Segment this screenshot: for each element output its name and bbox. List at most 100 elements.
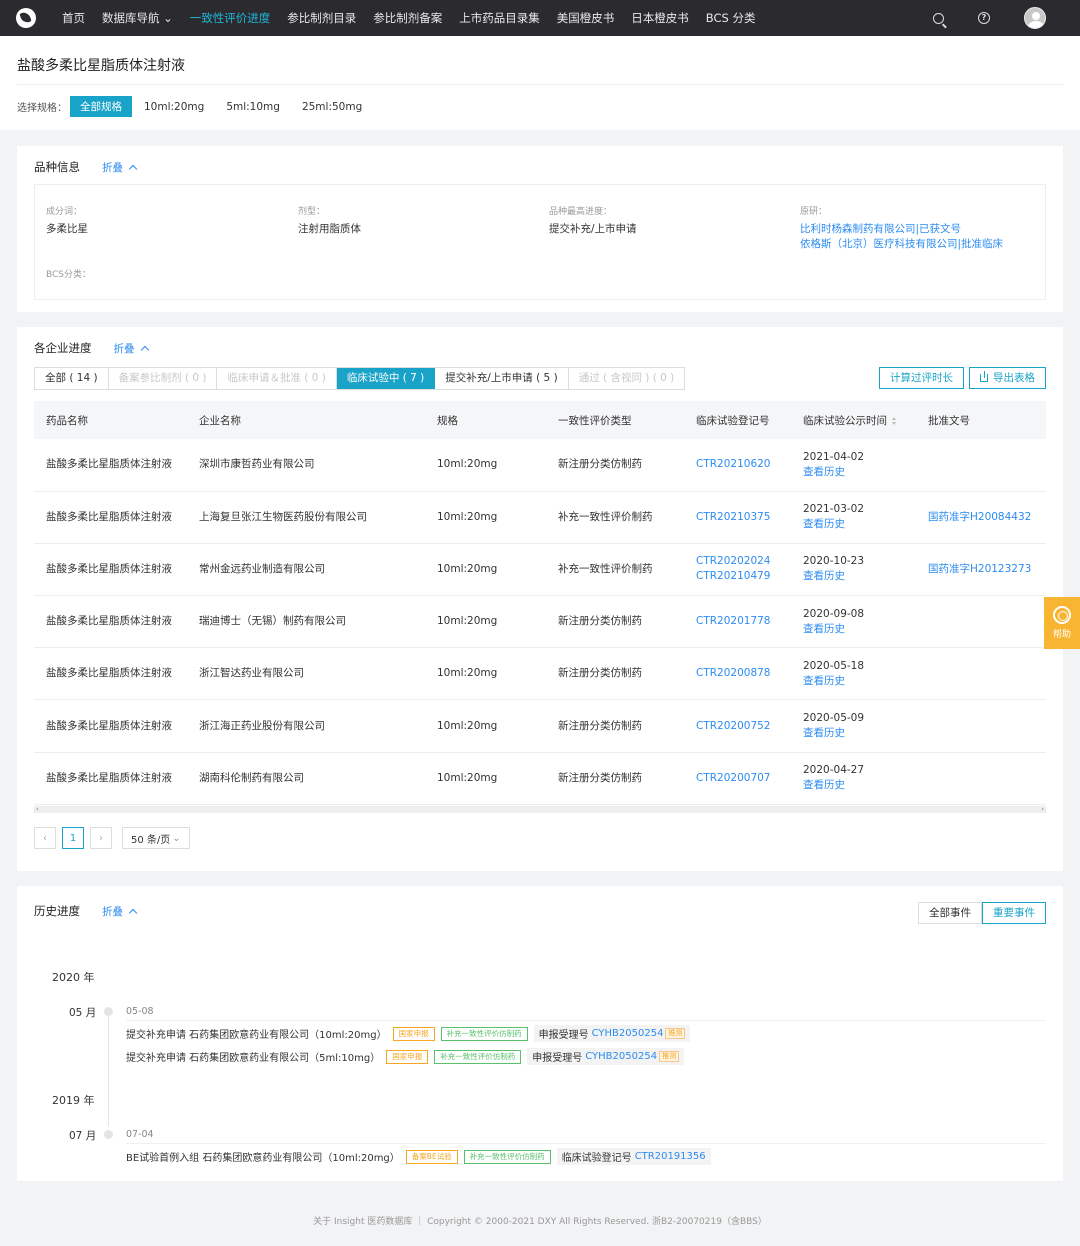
tab-clinical-trial[interactable]: 临床试验中 ( 7 ) [336, 368, 436, 389]
all-events-button[interactable]: 全部事件 [918, 902, 982, 924]
trial-date: 2020-10-23 [803, 555, 865, 568]
variety-info-title: 品种信息 [34, 160, 80, 174]
col-trial-reg: 临床试验登记号 [684, 401, 791, 439]
trial-reg-cell: CTR20200752 [684, 699, 791, 753]
trial-reg-link[interactable]: CTR20210479 [696, 569, 791, 584]
search-icon[interactable] [933, 12, 944, 24]
trial-date-cell: 2020-09-08 查看历史 [791, 595, 916, 649]
trial-date: 2020-05-09 [803, 712, 865, 725]
drug-name-cell: 盐酸多柔比星脂质体注射液 [34, 752, 187, 805]
timeline-dot [104, 1130, 113, 1139]
trial-reg-link[interactable]: CTR20202024 [696, 554, 791, 569]
source-tag: 国家申报 [392, 1026, 435, 1041]
reg-number: 临床试验登记号 CTR20191356 [556, 1148, 711, 1165]
trial-reg-cell: CTR20210375 [684, 491, 791, 544]
chevron-up-icon [128, 164, 138, 173]
view-history-link[interactable]: 查看历史 [803, 622, 916, 637]
view-history-link[interactable]: 查看历史 [803, 569, 916, 584]
source-tag: 备案BE试验 [405, 1149, 458, 1164]
inferred-tag: 推测 [659, 1051, 680, 1062]
fold-button[interactable]: 折叠 [114, 341, 149, 356]
nav-item-jp-orange-book[interactable]: 日本橙皮书 [631, 10, 689, 26]
original-link-1[interactable]: 比利时杨森制药有限公司|已获文号 [800, 222, 1003, 237]
drug-name-cell: 盐酸多柔比星脂质体注射液 [34, 491, 187, 544]
avatar[interactable] [1024, 7, 1046, 29]
trial-reg-link[interactable]: CTR20200878 [696, 666, 791, 681]
view-history-link[interactable]: 查看历史 [803, 465, 916, 480]
page-size-select[interactable]: 50 条/页 ⌄ [122, 827, 190, 849]
timeline-date: 07-04 [126, 1129, 154, 1140]
trial-date: 2021-04-02 [803, 450, 865, 463]
divider [17, 84, 1064, 85]
trial-date-cell: 2021-03-02 查看历史 [791, 491, 916, 544]
view-history-link[interactable]: 查看历史 [803, 726, 916, 741]
nav-item-bcs[interactable]: BCS 分类 [706, 10, 756, 26]
type-tag: 补充一致性评价仿制药 [440, 1026, 528, 1041]
dosage-label: 剂型： [298, 207, 326, 217]
spec-option-10ml[interactable]: 10ml:20mg [134, 98, 214, 116]
reg-number: 申报受理号 CYHB2050254 推测 [533, 1025, 691, 1042]
chevron-down-icon: ⌄ [172, 832, 181, 844]
nav-item-reference-filing[interactable]: 参比制剂备案 [373, 10, 442, 26]
tab-clinical-application[interactable]: 临床申请＆批准 ( 0 ) [217, 368, 337, 389]
spec-cell: 10ml:20mg [425, 543, 546, 597]
timeline-year: 2020 年 [52, 971, 95, 984]
view-history-link[interactable]: 查看历史 [803, 517, 916, 532]
view-history-link[interactable]: 查看历史 [803, 778, 916, 793]
tab-submitted[interactable]: 提交补充/上市申请 ( 5 ) [435, 368, 569, 389]
trial-date-cell: 2020-05-18 查看历史 [791, 647, 916, 701]
prev-page-button[interactable]: ‹ [34, 827, 56, 849]
nav-item-listed-drugs[interactable]: 上市药品目录集 [459, 10, 540, 26]
logo-icon[interactable] [16, 8, 36, 28]
page-number[interactable]: 1 [62, 827, 84, 849]
trial-reg-link[interactable]: CTR20200752 [696, 719, 791, 734]
trial-reg-link[interactable]: CTR20200707 [696, 771, 791, 786]
spec-option-25ml[interactable]: 25ml:50mg [292, 98, 372, 116]
view-history-link[interactable]: 查看历史 [803, 674, 916, 689]
trial-reg-cell: CTR20202024 CTR20210479 [684, 543, 791, 597]
horizontal-scrollbar[interactable] [34, 806, 1046, 813]
important-events-button[interactable]: 重要事件 [982, 902, 1046, 924]
original-link-2[interactable]: 依格斯（北京）医疗科技有限公司|批准临床 [800, 237, 1003, 252]
status-tabs: 全部 ( 14 ) 备案参比制剂 ( 0 ) 临床申请＆批准 ( 0 ) 临床试… [34, 367, 686, 390]
col-type: 一致性评价类型 [546, 401, 684, 439]
trial-date-cell: 2021-04-02 查看历史 [791, 439, 916, 492]
approval-link[interactable]: 国药准字H20123273 [928, 563, 1031, 575]
approval-link[interactable]: 国药准字H20084432 [928, 511, 1031, 523]
next-page-button[interactable]: › [90, 827, 112, 849]
trial-reg-link[interactable]: CTR20210620 [696, 457, 791, 472]
tab-passed[interactable]: 通过 ( 含视同 ) ( 0 ) [569, 368, 685, 389]
nav-item-us-orange-book[interactable]: 美国橙皮书 [557, 10, 615, 26]
type-cell: 新注册分类仿制药 [546, 595, 684, 649]
trial-date: 2020-09-08 [803, 607, 865, 620]
nav-item-database[interactable]: 数据库导航 ⌄ [102, 10, 173, 26]
sort-icon[interactable] [892, 416, 897, 425]
source-tag: 国家申报 [386, 1049, 429, 1064]
nav-item-consistency[interactable]: 一致性评价进度 [190, 10, 271, 26]
reg-number-link[interactable]: CYHB2050254 [585, 1051, 657, 1062]
fold-button[interactable]: 折叠 [102, 160, 138, 175]
tab-all[interactable]: 全部 ( 14 ) [35, 368, 109, 389]
timeline-month: 05 月 [69, 1007, 97, 1019]
nav-item-home[interactable]: 首页 [62, 10, 85, 26]
help-float-button[interactable]: 帮助 [1044, 597, 1080, 649]
fold-button[interactable]: 折叠 [102, 904, 138, 919]
history-card: 历史进度 折叠 全部事件 重要事件 2020 年 05 月 05-08 提交补充… [17, 886, 1063, 1181]
trial-reg-link[interactable]: CTR20201778 [696, 614, 791, 629]
nav-item-reference-catalog[interactable]: 参比制剂目录 [287, 10, 356, 26]
help-label: 帮助 [1052, 630, 1071, 640]
col-company: 企业名称 [187, 401, 425, 439]
timeline-date: 05-08 [126, 1006, 154, 1017]
spec-option-all[interactable]: 全部规格 [70, 96, 132, 117]
progress-table: 药品名称 企业名称 规格 一致性评价类型 临床试验登记号 临床试验公示时间 批准… [34, 401, 1046, 805]
help-icon[interactable]: ? [978, 12, 990, 24]
reg-number-link[interactable]: CYHB2050254 [592, 1028, 664, 1039]
export-button[interactable]: 导出表格 [969, 367, 1046, 389]
trial-reg-link[interactable]: CTR20210375 [696, 510, 791, 525]
reg-number-link[interactable]: CTR20191356 [635, 1151, 706, 1162]
timeline-line [108, 1016, 109, 1126]
tab-reference-filing[interactable]: 备案参比制剂 ( 0 ) [109, 368, 218, 389]
spec-option-5ml[interactable]: 5ml:10mg [216, 98, 290, 116]
calc-duration-button[interactable]: 计算过评时长 [879, 367, 964, 389]
col-trial-date[interactable]: 临床试验公示时间 [791, 401, 916, 439]
